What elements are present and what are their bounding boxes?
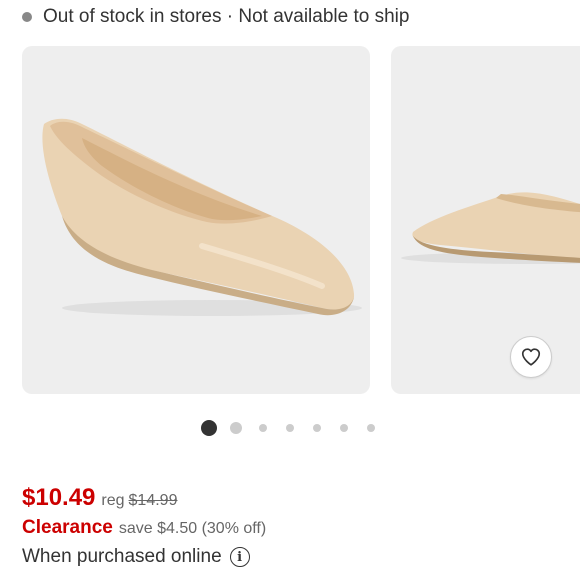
clearance-label: Clearance — [22, 517, 113, 538]
shoe-image — [42, 118, 362, 316]
product-image-main[interactable] — [22, 46, 370, 394]
favorite-button[interactable] — [510, 336, 552, 378]
product-image-second[interactable] — [391, 46, 580, 394]
carousel-dot-4[interactable] — [286, 424, 294, 432]
carousel-dot-7[interactable] — [367, 424, 375, 432]
shoe-toe-image — [401, 192, 580, 264]
product-image-carousel[interactable] — [0, 46, 580, 394]
availability-row: Out of stock in stores · Not available t… — [22, 5, 409, 29]
availability-text: Out of stock in stores · Not available t… — [43, 6, 410, 27]
savings-text: save $4.50 (30% off) — [118, 520, 267, 537]
carousel-dot-2[interactable] — [230, 422, 242, 434]
current-price: $10.49 — [22, 484, 96, 511]
info-icon[interactable]: i — [229, 547, 250, 567]
carousel-dot-5[interactable] — [313, 424, 321, 432]
status-dot-icon — [22, 12, 32, 22]
online-purchase-text: When purchased online — [22, 546, 222, 567]
price-row: $10.49 reg $14.99 — [22, 484, 177, 512]
carousel-pagination — [0, 420, 580, 436]
regular-price: $14.99 — [128, 492, 178, 509]
carousel-dot-6[interactable] — [340, 424, 348, 432]
reg-label: reg — [101, 492, 125, 509]
carousel-dot-1[interactable] — [201, 420, 217, 436]
online-purchase-row: When purchased online i — [22, 546, 250, 568]
clearance-row: Clearance save $4.50 (30% off) — [22, 517, 266, 539]
heart-icon — [521, 348, 541, 366]
carousel-dot-3[interactable] — [259, 424, 267, 432]
